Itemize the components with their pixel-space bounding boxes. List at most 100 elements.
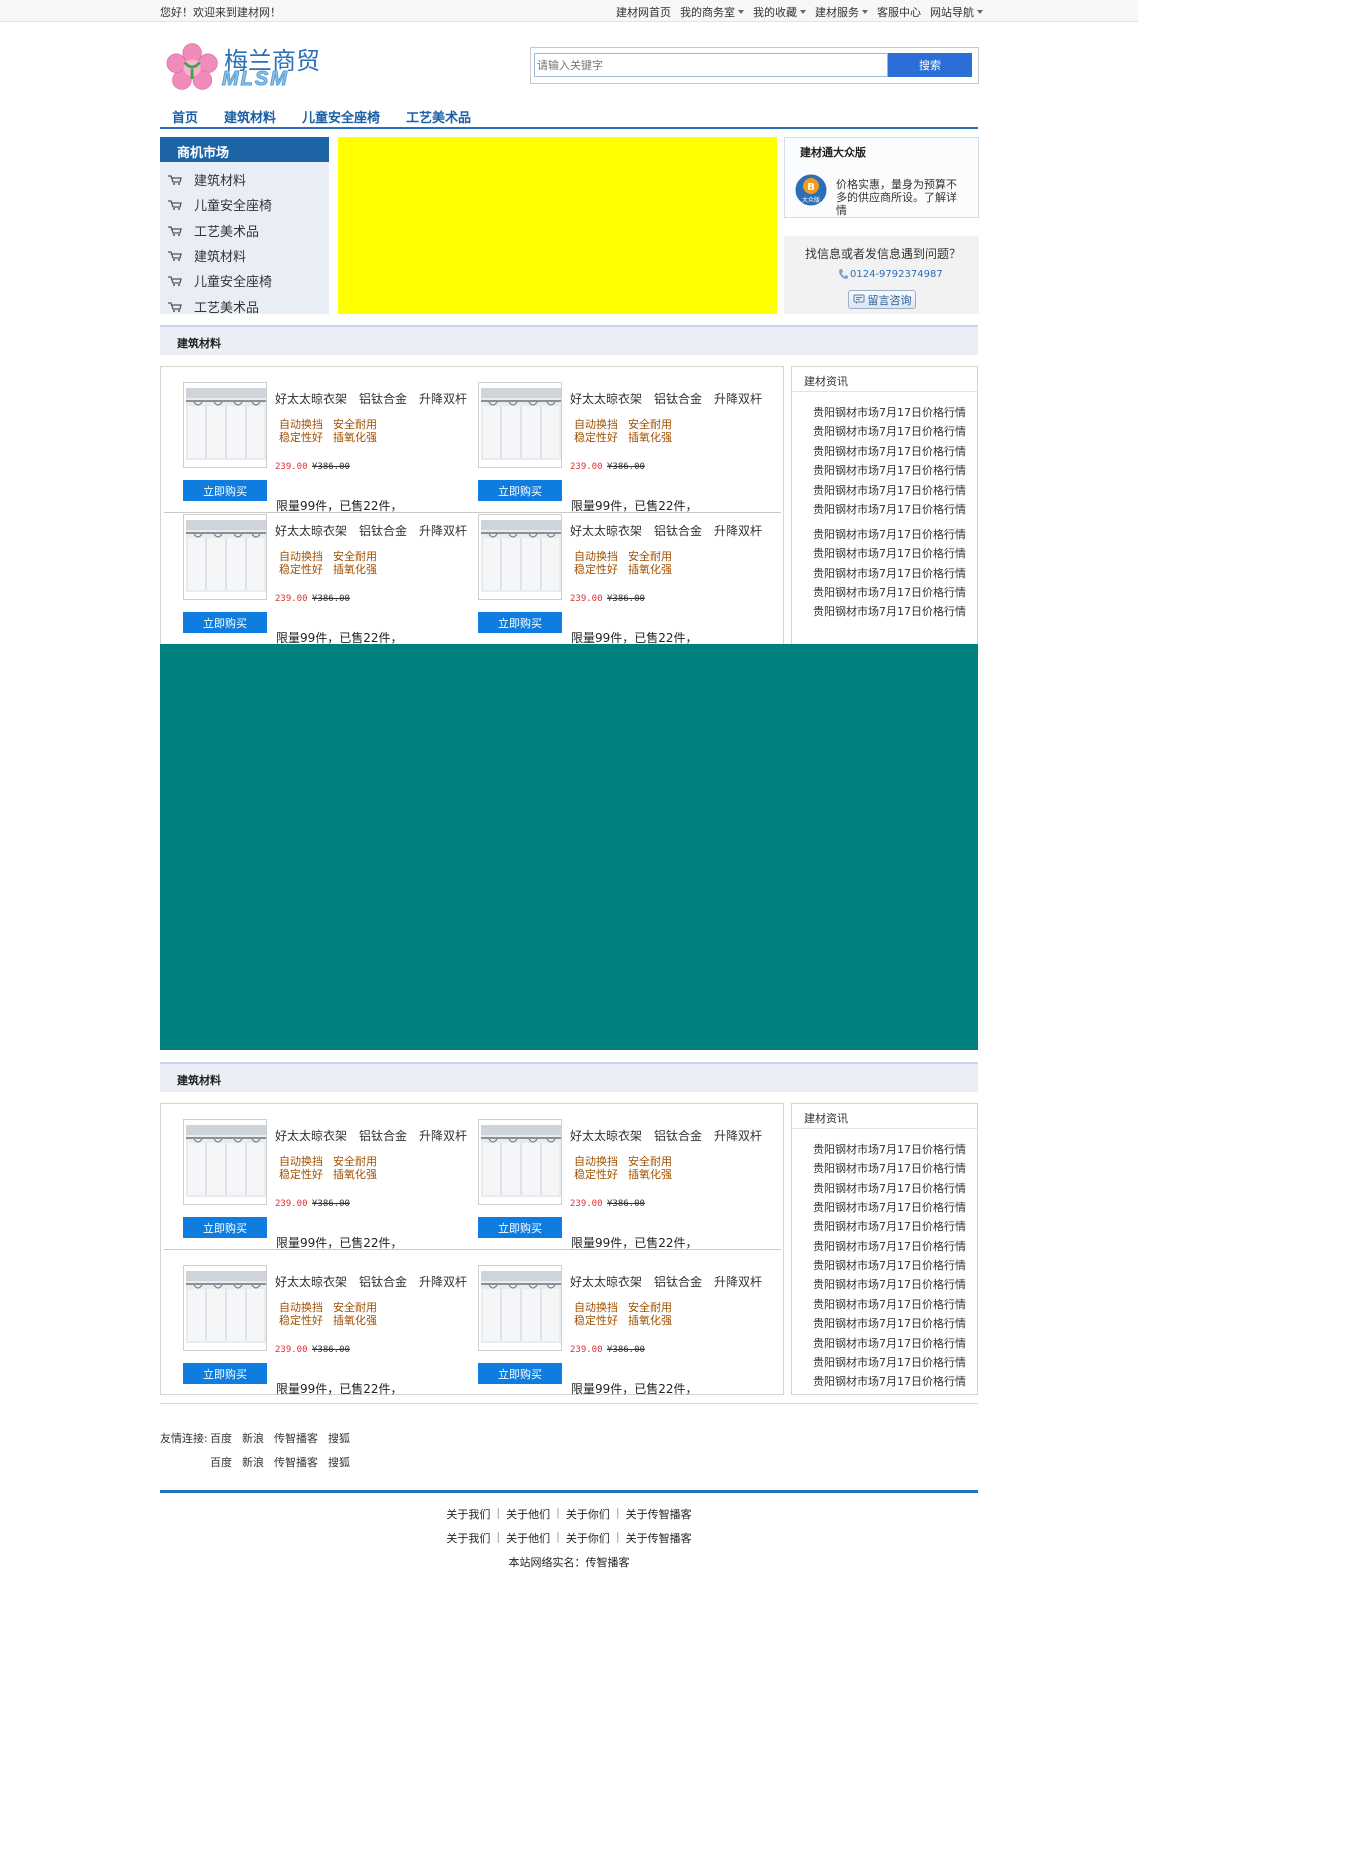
footer-link[interactable]: 关于传智播客 — [626, 1530, 692, 1546]
footer-link[interactable]: 关于他们 — [506, 1530, 550, 1546]
buy-now-button[interactable]: 立即购买 — [183, 1363, 267, 1384]
ad-block[interactable] — [160, 644, 978, 1050]
main-nav-item[interactable]: 儿童安全座椅 — [302, 107, 380, 127]
news-item[interactable]: 贵阳钢材市场7月17日价格行情 — [813, 482, 966, 498]
buy-now-button[interactable]: 立即购买 — [478, 612, 562, 633]
top-nav-item[interactable]: 建材服务 — [815, 4, 868, 20]
footer-link[interactable]: 关于他们 — [506, 1506, 550, 1522]
friend-link[interactable]: 新浪 — [242, 1430, 264, 1446]
friend-link[interactable]: 搜狐 — [328, 1430, 350, 1446]
news-item[interactable]: 贵阳钢材市场7月17日价格行情 — [813, 1354, 966, 1370]
news-item[interactable]: 贵阳钢材市场7月17日价格行情 — [813, 1238, 966, 1254]
news-item[interactable]: 贵阳钢材市场7月17日价格行情 — [813, 584, 966, 600]
main-nav-item[interactable]: 首页 — [172, 107, 198, 127]
buy-now-button[interactable]: 立即购买 — [183, 612, 267, 633]
buy-now-button[interactable]: 立即购买 — [478, 480, 562, 501]
top-nav-item[interactable]: 我的商务室 — [680, 4, 744, 20]
news-item[interactable]: 贵阳钢材市场7月17日价格行情 — [813, 1160, 966, 1176]
news-item[interactable]: 贵阳钢材市场7月17日价格行情 — [813, 603, 966, 619]
news-item[interactable]: 贵阳钢材市场7月17日价格行情 — [813, 526, 966, 542]
footer-bar — [160, 1490, 978, 1493]
help-phone: 0124-9792374987 — [838, 268, 943, 280]
buy-now-button[interactable]: 立即购买 — [183, 1217, 267, 1238]
product-image[interactable] — [478, 1119, 562, 1205]
product-title[interactable]: 好太太晾衣架 铝钛合金 升降双杆 — [570, 522, 774, 539]
market-item[interactable]: 儿童安全座椅 — [168, 195, 272, 214]
footer-link[interactable]: 关于我们 — [446, 1506, 490, 1522]
news-item[interactable]: 贵阳钢材市场7月17日价格行情 — [813, 545, 966, 561]
news-item[interactable]: 贵阳钢材市场7月17日价格行情 — [813, 1296, 966, 1312]
product-feature: 稳定性好 — [279, 1168, 323, 1181]
news-item[interactable]: 贵阳钢材市场7月17日价格行情 — [813, 1141, 966, 1157]
news-item[interactable]: 贵阳钢材市场7月17日价格行情 — [813, 1373, 966, 1389]
footer-link[interactable]: 关于你们 — [566, 1506, 610, 1522]
product-features: 稳定性好 插氧化强 — [279, 1166, 387, 1182]
product-title[interactable]: 好太太晾衣架 铝钛合金 升降双杆 — [570, 1273, 774, 1290]
product-title[interactable]: 好太太晾衣架 铝钛合金 升降双杆 — [275, 1127, 479, 1144]
news-item[interactable]: 贵阳钢材市场7月17日价格行情 — [813, 565, 966, 581]
cart-icon — [168, 275, 182, 286]
news-item[interactable]: 贵阳钢材市场7月17日价格行情 — [813, 404, 966, 420]
news-item[interactable]: 贵阳钢材市场7月17日价格行情 — [813, 1180, 966, 1196]
top-nav-label: 客服中心 — [877, 6, 921, 19]
market-item[interactable]: 建筑材料 — [168, 246, 246, 265]
market-item[interactable]: 儿童安全座椅 — [168, 271, 272, 290]
buy-now-button[interactable]: 立即购买 — [478, 1363, 562, 1384]
product-image[interactable] — [183, 382, 267, 468]
news-item[interactable]: 贵阳钢材市场7月17日价格行情 — [813, 1218, 966, 1234]
cart-icon — [168, 199, 182, 210]
product-image[interactable] — [478, 1265, 562, 1351]
product-title-part: 铝钛合金 — [359, 392, 408, 406]
product-title[interactable]: 好太太晾衣架 铝钛合金 升降双杆 — [570, 390, 774, 407]
flower-logo-icon[interactable] — [166, 42, 222, 92]
top-nav-item[interactable]: 建材网首页 — [616, 4, 671, 20]
footer-separator: | — [556, 1530, 560, 1543]
buy-now-button[interactable]: 立即购买 — [478, 1217, 562, 1238]
search-button[interactable]: 搜索 — [888, 53, 972, 77]
friend-link[interactable]: 新浪 — [242, 1454, 264, 1470]
market-item[interactable]: 建筑材料 — [168, 170, 246, 189]
product-title[interactable]: 好太太晾衣架 铝钛合金 升降双杆 — [275, 522, 479, 539]
friend-link[interactable]: 百度 — [210, 1430, 232, 1446]
friend-link[interactable]: 传智播客 — [274, 1430, 318, 1446]
top-nav-item[interactable]: 客服中心 — [877, 4, 921, 20]
top-nav-item[interactable]: 网站导航 — [930, 4, 983, 20]
search-input[interactable] — [534, 53, 888, 77]
product-image[interactable] — [478, 514, 562, 600]
product-title[interactable]: 好太太晾衣架 铝钛合金 升降双杆 — [570, 1127, 774, 1144]
buy-now-button[interactable]: 立即购买 — [183, 480, 267, 501]
product-features: 稳定性好 插氧化强 — [279, 561, 387, 577]
product-image[interactable] — [478, 382, 562, 468]
friend-link[interactable]: 传智播客 — [274, 1454, 318, 1470]
news-item[interactable]: 贵阳钢材市场7月17日价格行情 — [813, 443, 966, 459]
market-item[interactable]: 工艺美术品 — [168, 221, 259, 240]
product-image[interactable] — [183, 1119, 267, 1205]
news-item[interactable]: 贵阳钢材市场7月17日价格行情 — [813, 1257, 966, 1273]
dazhong-text[interactable]: 价格实惠，量身为预算不多的供应商所设。了解详情 — [836, 178, 966, 217]
news-item[interactable]: 贵阳钢材市场7月17日价格行情 — [813, 1335, 966, 1351]
footer-link[interactable]: 关于传智播客 — [626, 1506, 692, 1522]
news-item[interactable]: 贵阳钢材市场7月17日价格行情 — [813, 1315, 966, 1331]
friend-link[interactable]: 百度 — [210, 1454, 232, 1470]
news-item[interactable]: 贵阳钢材市场7月17日价格行情 — [813, 1199, 966, 1215]
news-item[interactable]: 贵阳钢材市场7月17日价格行情 — [813, 501, 966, 517]
friend-link[interactable]: 搜狐 — [328, 1454, 350, 1470]
message-consult-button[interactable]: 留言咨询 — [848, 290, 916, 309]
product-image[interactable] — [183, 1265, 267, 1351]
product-title[interactable]: 好太太晾衣架 铝钛合金 升降双杆 — [275, 1273, 479, 1290]
product-feature: 稳定性好 — [574, 563, 618, 576]
product-image[interactable] — [183, 514, 267, 600]
main-nav-item[interactable]: 建筑材料 — [224, 107, 276, 127]
footer-link[interactable]: 关于你们 — [566, 1530, 610, 1546]
clothes-rack-image — [481, 1271, 561, 1343]
footer-links-row-2: 关于我们 | 关于他们 | 关于你们 | 关于传智播客 — [0, 1530, 1138, 1546]
footer-link[interactable]: 关于我们 — [446, 1530, 490, 1546]
news-item[interactable]: 贵阳钢材市场7月17日价格行情 — [813, 1276, 966, 1292]
market-item[interactable]: 工艺美术品 — [168, 297, 259, 316]
banner[interactable] — [338, 137, 777, 314]
main-nav-item[interactable]: 工艺美术品 — [406, 107, 471, 127]
product-title[interactable]: 好太太晾衣架 铝钛合金 升降双杆 — [275, 390, 479, 407]
news-item[interactable]: 贵阳钢材市场7月17日价格行情 — [813, 462, 966, 478]
news-item[interactable]: 贵阳钢材市场7月17日价格行情 — [813, 423, 966, 439]
top-nav-item[interactable]: 我的收藏 — [753, 4, 806, 20]
